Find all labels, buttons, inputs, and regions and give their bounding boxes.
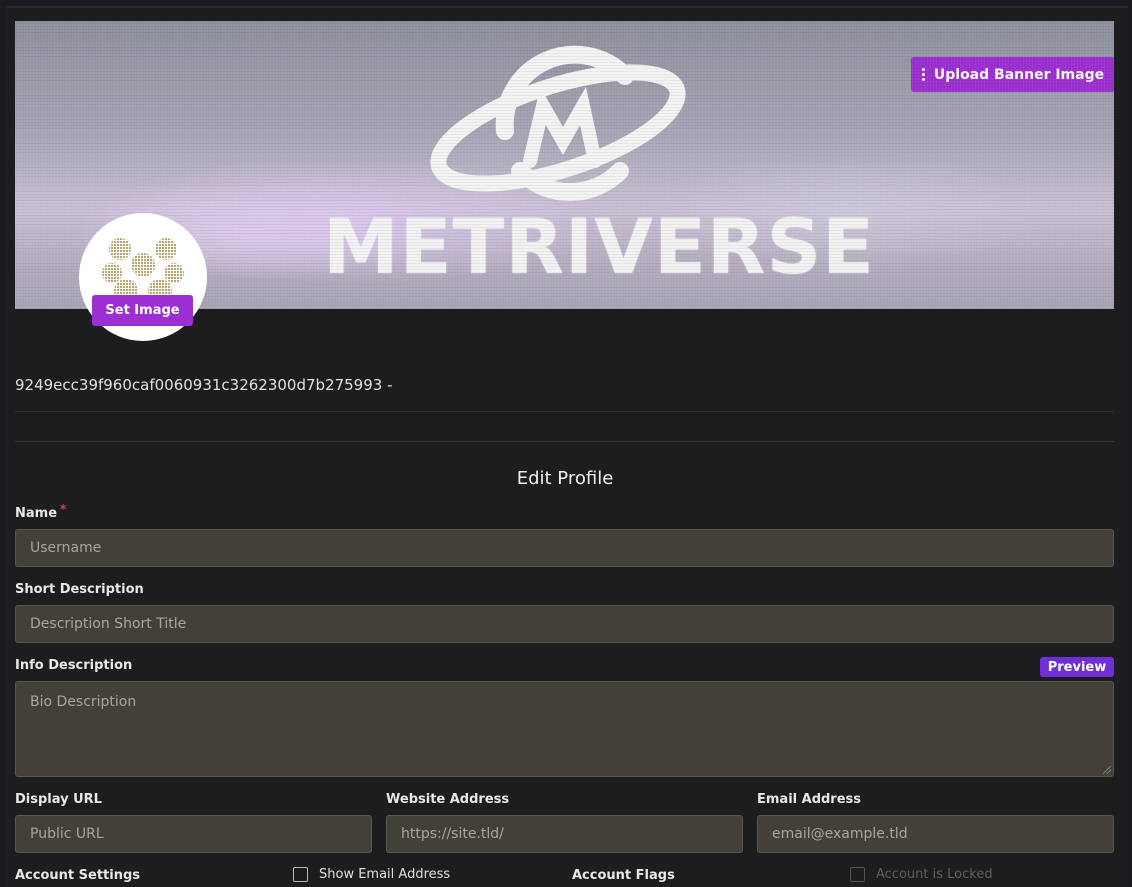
account-locked-checkbox — [850, 867, 865, 882]
info-description-textarea[interactable]: Bio Description — [15, 681, 1114, 777]
divider — [15, 411, 1114, 412]
account-flags-label: Account Flags — [572, 868, 675, 883]
name-label: Name * — [15, 502, 66, 521]
required-marker: * — [60, 502, 67, 516]
display-url-input[interactable]: Public URL — [15, 815, 372, 853]
name-input[interactable]: Username — [15, 529, 1114, 567]
profile-id: 9249ecc39f960caf0060931c3262300d7b275993… — [15, 376, 393, 394]
banner-wordmark: METRIVERSE — [323, 202, 876, 291]
upload-banner-label: Upload Banner Image — [933, 66, 1105, 83]
preview-button[interactable]: Preview — [1040, 657, 1114, 677]
upload-banner-button[interactable]: Upload Banner Image — [911, 57, 1114, 92]
info-description-placeholder: Bio Description — [30, 694, 137, 710]
account-locked-label: Account is Locked — [876, 867, 993, 882]
divider — [15, 441, 1114, 442]
website-address-placeholder: https://site.tld/ — [401, 826, 504, 842]
show-email-checkbox[interactable] — [293, 867, 308, 882]
info-description-label: Info Description — [15, 658, 133, 673]
short-description-label: Short Description — [15, 582, 144, 597]
website-address-input[interactable]: https://site.tld/ — [386, 815, 743, 853]
display-url-label: Display URL — [15, 792, 102, 807]
email-address-label: Email Address — [757, 792, 862, 807]
name-placeholder: Username — [30, 540, 102, 556]
short-description-placeholder: Description Short Title — [30, 616, 187, 632]
name-label-text: Name — [15, 506, 58, 521]
email-address-placeholder: email@example.tld — [772, 826, 908, 842]
show-email-label: Show Email Address — [319, 867, 451, 882]
page-title: Edit Profile — [516, 468, 614, 489]
short-description-input[interactable]: Description Short Title — [15, 605, 1114, 643]
kebab-icon — [921, 68, 925, 81]
display-url-placeholder: Public URL — [30, 826, 104, 842]
resize-grip-icon[interactable] — [1103, 766, 1111, 774]
email-address-input[interactable]: email@example.tld — [757, 815, 1114, 853]
website-address-label: Website Address — [386, 792, 510, 807]
set-image-button[interactable]: Set Image — [92, 295, 193, 326]
account-settings-label: Account Settings — [15, 868, 141, 883]
